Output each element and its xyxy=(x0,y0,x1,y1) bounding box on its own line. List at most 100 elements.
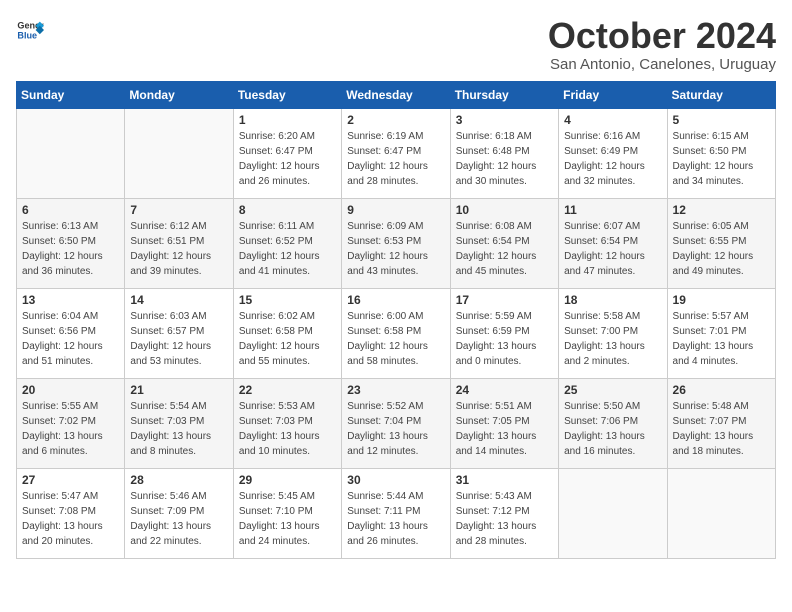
day-cell: 5 Sunrise: 6:15 AM Sunset: 6:50 PM Daylig… xyxy=(667,108,775,198)
day-number: 23 xyxy=(347,383,444,397)
day-number: 2 xyxy=(347,113,444,127)
day-cell: 9 Sunrise: 6:09 AM Sunset: 6:53 PM Daylig… xyxy=(342,198,450,288)
day-cell: 8 Sunrise: 6:11 AM Sunset: 6:52 PM Daylig… xyxy=(233,198,341,288)
day-number: 13 xyxy=(22,293,119,307)
day-info: Sunrise: 5:45 AM Sunset: 7:10 PM Dayligh… xyxy=(239,489,336,549)
week-row-4: 27Sunrise: 5:47 AM Sunset: 7:08 PM Dayli… xyxy=(17,468,776,558)
day-number: 18 xyxy=(564,293,661,307)
day-number: 1 xyxy=(239,113,336,127)
day-cell: 10Sunrise: 6:08 AM Sunset: 6:54 PM Dayli… xyxy=(450,198,558,288)
day-number: 10 xyxy=(456,203,553,217)
day-number: 16 xyxy=(347,293,444,307)
day-number: 6 xyxy=(22,203,119,217)
day-number: 8 xyxy=(239,203,336,217)
day-info: Sunrise: 5:51 AM Sunset: 7:05 PM Dayligh… xyxy=(456,399,553,459)
day-cell: 20 Sunrise: 5:55 AM Sunset: 7:02 PM Dayli… xyxy=(17,378,125,468)
day-cell: 23 Sunrise: 5:52 AM Sunset: 7:04 PM Dayli… xyxy=(342,378,450,468)
day-info: Sunrise: 6:09 AM Sunset: 6:53 PM Dayligh… xyxy=(347,219,444,279)
day-info: Sunrise: 5:43 AM Sunset: 7:12 PM Dayligh… xyxy=(456,489,553,549)
day-info: Sunrise: 5:48 AM Sunset: 7:07 PM Dayligh… xyxy=(673,399,770,459)
col-friday: Friday xyxy=(559,81,667,108)
day-info: Sunrise: 5:57 AM Sunset: 7:01 PM Dayligh… xyxy=(673,309,770,369)
day-cell: 2 Sunrise: 6:19 AM Sunset: 6:47 PM Daylig… xyxy=(342,108,450,198)
day-info: Sunrise: 6:07 AM Sunset: 6:54 PM Dayligh… xyxy=(564,219,661,279)
day-info: Sunrise: 6:02 AM Sunset: 6:58 PM Dayligh… xyxy=(239,309,336,369)
day-number: 21 xyxy=(130,383,227,397)
day-cell: 11Sunrise: 6:07 AM Sunset: 6:54 PM Dayli… xyxy=(559,198,667,288)
day-info: Sunrise: 6:15 AM Sunset: 6:50 PM Dayligh… xyxy=(673,129,770,189)
day-cell: 26 Sunrise: 5:48 AM Sunset: 7:07 PM Dayli… xyxy=(667,378,775,468)
day-info: Sunrise: 6:13 AM Sunset: 6:50 PM Dayligh… xyxy=(22,219,119,279)
day-cell: 3Sunrise: 6:18 AM Sunset: 6:48 PM Daylig… xyxy=(450,108,558,198)
day-number: 22 xyxy=(239,383,336,397)
day-number: 31 xyxy=(456,473,553,487)
week-row-1: 6 Sunrise: 6:13 AM Sunset: 6:50 PM Daylig… xyxy=(17,198,776,288)
day-number: 4 xyxy=(564,113,661,127)
day-cell: 30 Sunrise: 5:44 AM Sunset: 7:11 PM Dayli… xyxy=(342,468,450,558)
day-cell: 13 Sunrise: 6:04 AM Sunset: 6:56 PM Dayli… xyxy=(17,288,125,378)
day-info: Sunrise: 6:03 AM Sunset: 6:57 PM Dayligh… xyxy=(130,309,227,369)
day-cell: 15 Sunrise: 6:02 AM Sunset: 6:58 PM Dayli… xyxy=(233,288,341,378)
day-cell: 6 Sunrise: 6:13 AM Sunset: 6:50 PM Daylig… xyxy=(17,198,125,288)
col-sunday: Sunday xyxy=(17,81,125,108)
day-cell: 1 Sunrise: 6:20 AM Sunset: 6:47 PM Daylig… xyxy=(233,108,341,198)
day-cell: 27Sunrise: 5:47 AM Sunset: 7:08 PM Dayli… xyxy=(17,468,125,558)
day-cell: 28 Sunrise: 5:46 AM Sunset: 7:09 PM Dayli… xyxy=(125,468,233,558)
calendar-title: October 2024 xyxy=(548,16,776,56)
col-saturday: Saturday xyxy=(667,81,775,108)
day-number: 25 xyxy=(564,383,661,397)
day-number: 9 xyxy=(347,203,444,217)
day-number: 17 xyxy=(456,293,553,307)
day-cell: 7 Sunrise: 6:12 AM Sunset: 6:51 PM Daylig… xyxy=(125,198,233,288)
day-number: 7 xyxy=(130,203,227,217)
day-info: Sunrise: 6:05 AM Sunset: 6:55 PM Dayligh… xyxy=(673,219,770,279)
day-cell: 4Sunrise: 6:16 AM Sunset: 6:49 PM Daylig… xyxy=(559,108,667,198)
col-monday: Monday xyxy=(125,81,233,108)
day-info: Sunrise: 5:46 AM Sunset: 7:09 PM Dayligh… xyxy=(130,489,227,549)
day-cell xyxy=(559,468,667,558)
day-info: Sunrise: 5:54 AM Sunset: 7:03 PM Dayligh… xyxy=(130,399,227,459)
day-cell: 16 Sunrise: 6:00 AM Sunset: 6:58 PM Dayli… xyxy=(342,288,450,378)
logo-icon: General Blue xyxy=(16,16,44,44)
svg-text:Blue: Blue xyxy=(17,30,37,40)
header-row: Sunday Monday Tuesday Wednesday Thursday… xyxy=(17,81,776,108)
day-cell: 25Sunrise: 5:50 AM Sunset: 7:06 PM Dayli… xyxy=(559,378,667,468)
day-info: Sunrise: 6:12 AM Sunset: 6:51 PM Dayligh… xyxy=(130,219,227,279)
day-number: 26 xyxy=(673,383,770,397)
title-area: October 2024 San Antonio, Canelones, Uru… xyxy=(548,16,776,73)
day-info: Sunrise: 6:20 AM Sunset: 6:47 PM Dayligh… xyxy=(239,129,336,189)
day-cell xyxy=(125,108,233,198)
day-info: Sunrise: 5:55 AM Sunset: 7:02 PM Dayligh… xyxy=(22,399,119,459)
day-number: 5 xyxy=(673,113,770,127)
day-number: 15 xyxy=(239,293,336,307)
day-info: Sunrise: 5:44 AM Sunset: 7:11 PM Dayligh… xyxy=(347,489,444,549)
day-cell: 12 Sunrise: 6:05 AM Sunset: 6:55 PM Dayli… xyxy=(667,198,775,288)
day-info: Sunrise: 6:19 AM Sunset: 6:47 PM Dayligh… xyxy=(347,129,444,189)
day-info: Sunrise: 6:04 AM Sunset: 6:56 PM Dayligh… xyxy=(22,309,119,369)
day-number: 27 xyxy=(22,473,119,487)
day-cell: 21 Sunrise: 5:54 AM Sunset: 7:03 PM Dayli… xyxy=(125,378,233,468)
day-number: 3 xyxy=(456,113,553,127)
col-tuesday: Tuesday xyxy=(233,81,341,108)
day-info: Sunrise: 5:52 AM Sunset: 7:04 PM Dayligh… xyxy=(347,399,444,459)
day-number: 19 xyxy=(673,293,770,307)
week-row-3: 20 Sunrise: 5:55 AM Sunset: 7:02 PM Dayli… xyxy=(17,378,776,468)
day-cell: 18 Sunrise: 5:58 AM Sunset: 7:00 PM Dayli… xyxy=(559,288,667,378)
week-row-0: 1 Sunrise: 6:20 AM Sunset: 6:47 PM Daylig… xyxy=(17,108,776,198)
day-cell: 14Sunrise: 6:03 AM Sunset: 6:57 PM Dayli… xyxy=(125,288,233,378)
day-info: Sunrise: 5:58 AM Sunset: 7:00 PM Dayligh… xyxy=(564,309,661,369)
day-number: 20 xyxy=(22,383,119,397)
day-info: Sunrise: 5:53 AM Sunset: 7:03 PM Dayligh… xyxy=(239,399,336,459)
calendar-subtitle: San Antonio, Canelones, Uruguay xyxy=(548,56,776,73)
day-info: Sunrise: 6:00 AM Sunset: 6:58 PM Dayligh… xyxy=(347,309,444,369)
day-number: 28 xyxy=(130,473,227,487)
day-number: 12 xyxy=(673,203,770,217)
day-cell: 31 Sunrise: 5:43 AM Sunset: 7:12 PM Dayli… xyxy=(450,468,558,558)
day-info: Sunrise: 6:11 AM Sunset: 6:52 PM Dayligh… xyxy=(239,219,336,279)
day-number: 30 xyxy=(347,473,444,487)
day-cell xyxy=(17,108,125,198)
col-wednesday: Wednesday xyxy=(342,81,450,108)
day-cell xyxy=(667,468,775,558)
day-cell: 17Sunrise: 5:59 AM Sunset: 6:59 PM Dayli… xyxy=(450,288,558,378)
day-cell: 22 Sunrise: 5:53 AM Sunset: 7:03 PM Dayli… xyxy=(233,378,341,468)
